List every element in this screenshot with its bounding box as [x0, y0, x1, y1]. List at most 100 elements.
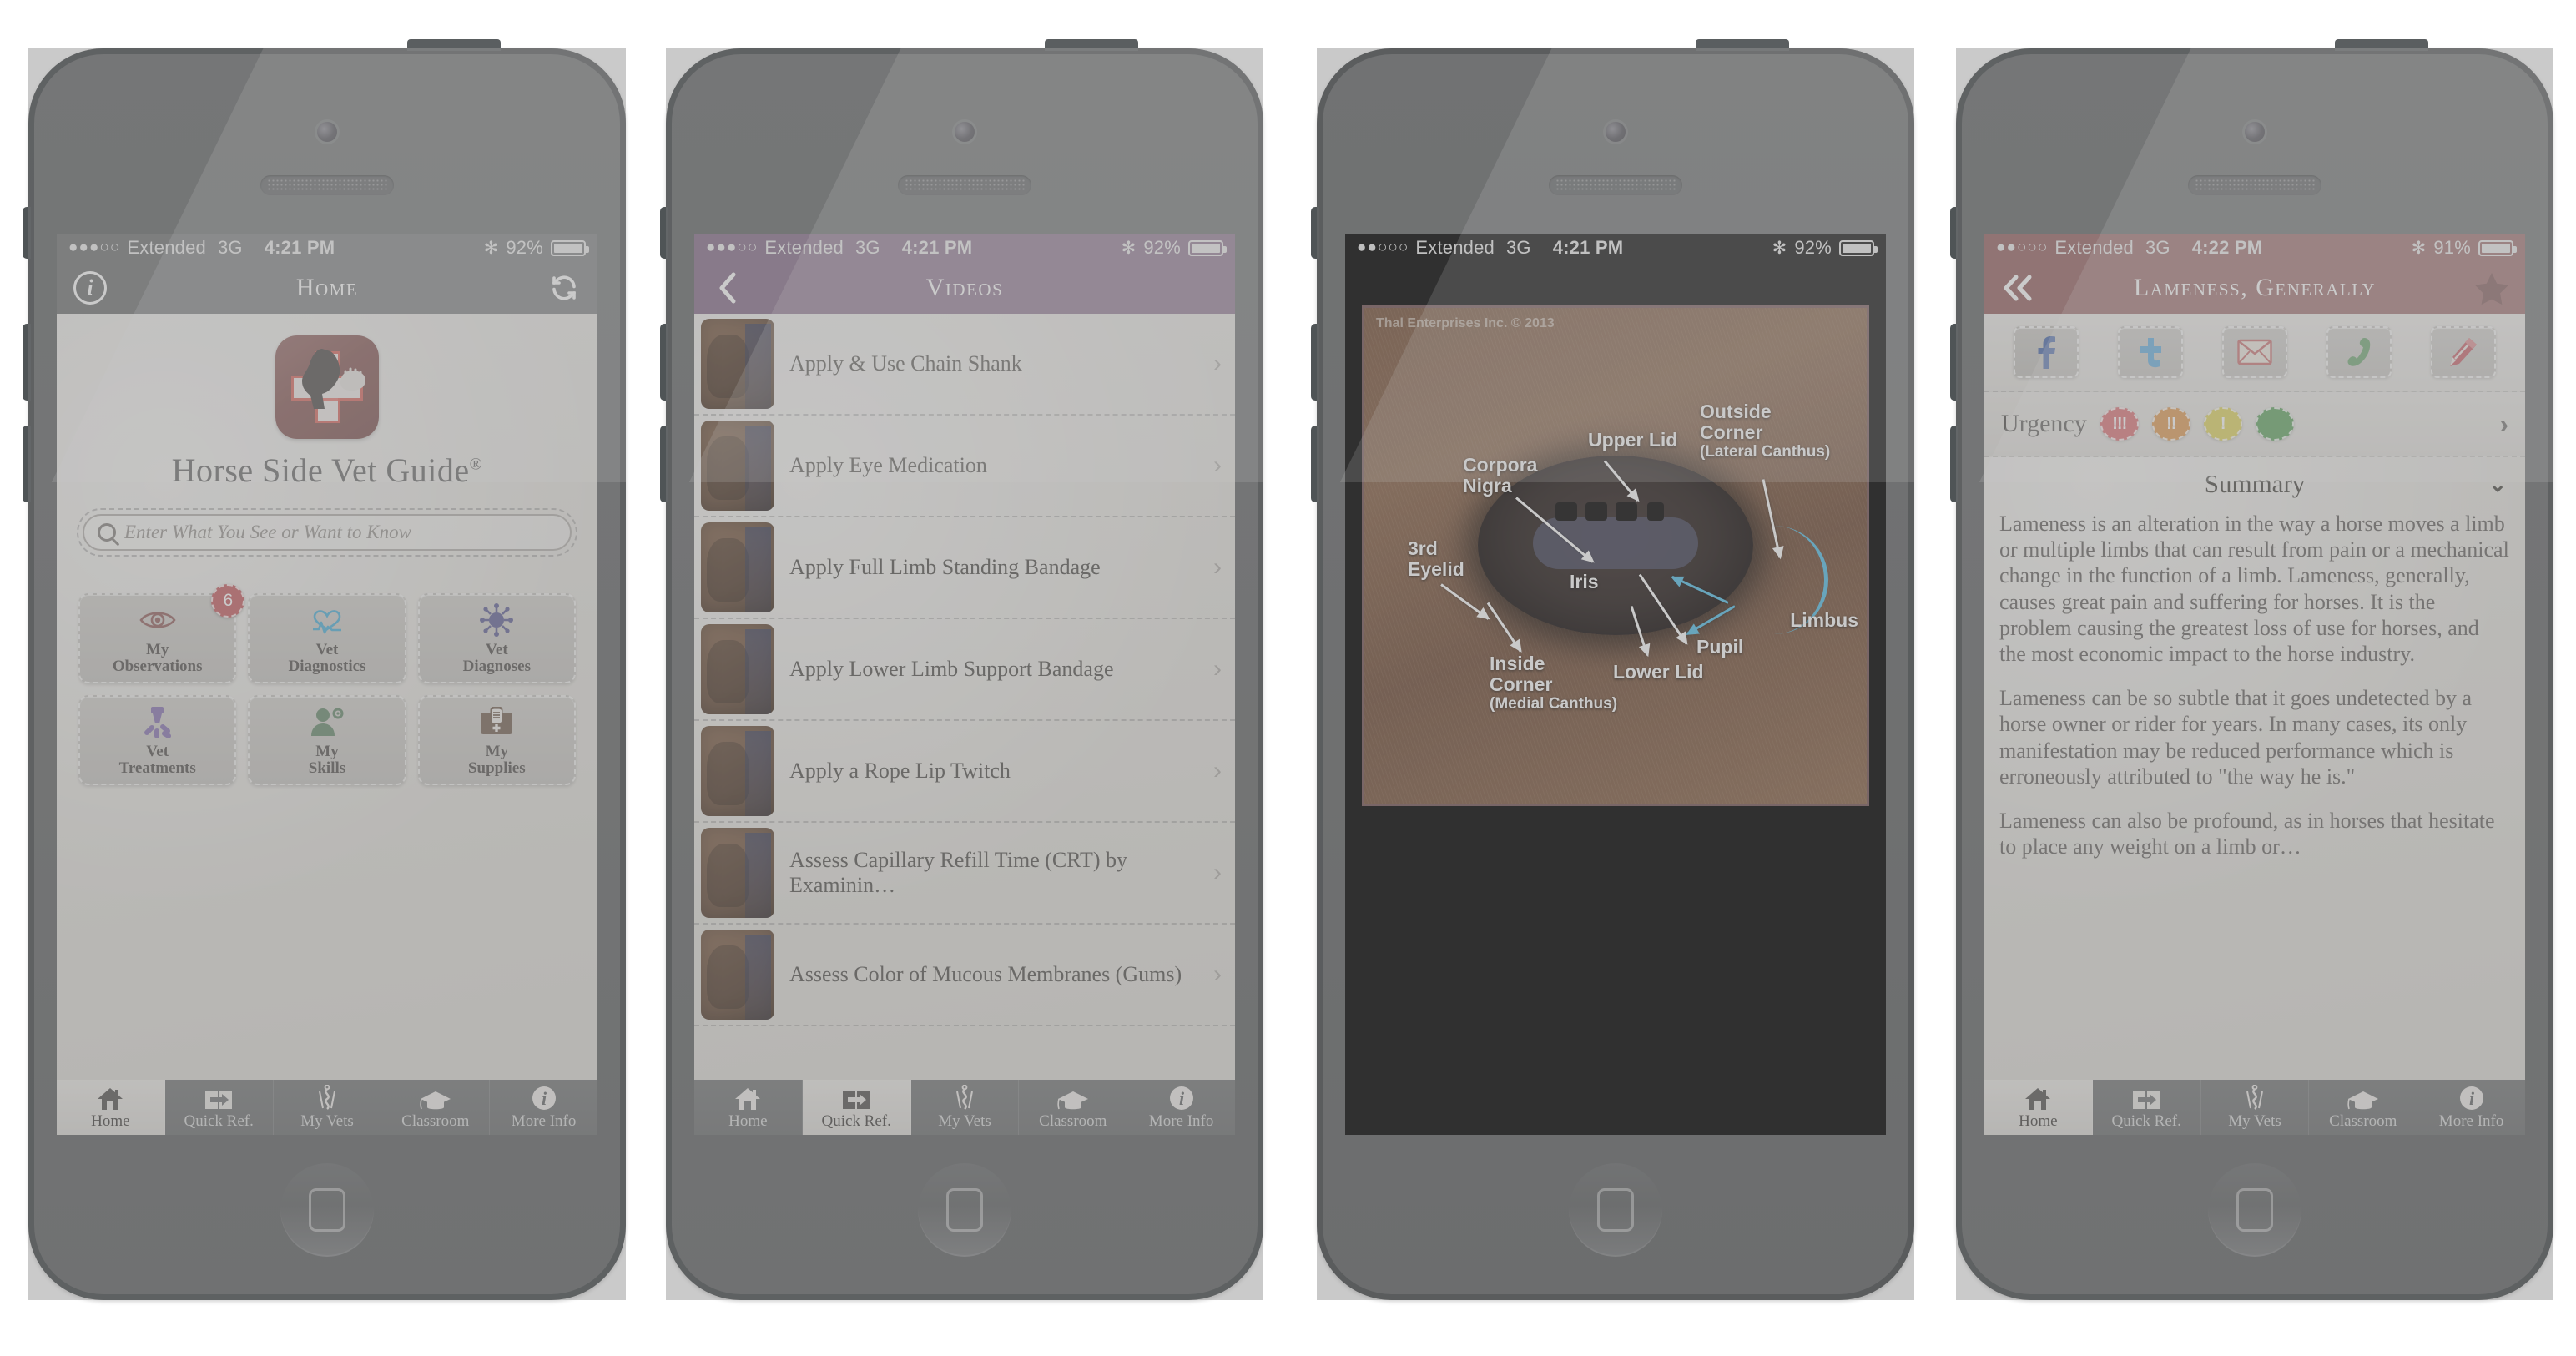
twitter-icon[interactable] — [2118, 326, 2184, 378]
tab-home[interactable]: Home — [1984, 1080, 2093, 1135]
power-button[interactable] — [407, 39, 501, 51]
tab-classroom[interactable]: Classroom — [2309, 1080, 2418, 1135]
tile-my-observations[interactable]: 6 My Observations — [78, 584, 245, 683]
list-item[interactable]: Apply Full Limb Standing Bandage › — [694, 517, 1235, 619]
video-title: Apply & Use Chain Shank — [789, 350, 1022, 376]
home-button[interactable] — [280, 1163, 374, 1257]
tile-my-skills[interactable]: My Skills — [248, 695, 406, 785]
battery-percent: 91% — [2433, 237, 2471, 258]
urgency-level-3[interactable]: ! — [2203, 407, 2242, 441]
heart-pulse-icon — [309, 603, 345, 637]
house-icon — [733, 1085, 762, 1112]
back-chevron-icon[interactable] — [709, 270, 746, 306]
volume-down-button[interactable] — [1311, 426, 1319, 502]
tab-quick-ref[interactable]: Quick Ref. — [2093, 1080, 2201, 1135]
summary-header[interactable]: Summary ⌄ — [1984, 457, 2525, 511]
volume-up-button[interactable] — [23, 324, 31, 401]
phone-icon[interactable] — [2326, 326, 2392, 378]
list-item[interactable]: Apply Lower Limb Support Bandage › — [694, 619, 1235, 721]
tab-classroom[interactable]: Classroom — [1019, 1080, 1128, 1135]
tile-vet-diagnostics[interactable]: Vet Diagnostics — [248, 593, 406, 683]
tab-more-info[interactable]: i More Info — [490, 1080, 597, 1135]
tab-home[interactable]: Home — [694, 1080, 803, 1135]
video-thumbnail — [701, 828, 774, 918]
app-name: Horse Side Vet Guide® — [171, 451, 483, 489]
video-list: Apply & Use Chain Shank › Apply Eye Medi… — [694, 314, 1235, 1135]
status-bar: ●●●○○ Extended 3G 4:21 PM ✻ 92% — [57, 234, 597, 262]
chevron-right-icon: › — [1213, 757, 1222, 784]
volume-button[interactable] — [23, 207, 31, 259]
power-button[interactable] — [1045, 39, 1138, 51]
tab-label: Home — [2019, 1112, 2058, 1130]
double-back-chevron-icon[interactable] — [1999, 270, 2036, 306]
tab-label: Classroom — [401, 1112, 470, 1130]
tab-quick-ref[interactable]: Quick Ref. — [165, 1080, 274, 1135]
list-item[interactable]: Apply a Rope Lip Twitch › — [694, 721, 1235, 823]
facebook-icon[interactable] — [2014, 326, 2079, 378]
svg-text:i: i — [542, 1088, 547, 1109]
volume-down-button[interactable] — [23, 426, 31, 502]
home-button[interactable] — [1569, 1163, 1662, 1257]
network-label: 3G — [854, 237, 880, 258]
book-arrow-icon — [204, 1085, 234, 1112]
network-label: 3G — [1505, 237, 1531, 258]
volume-button[interactable] — [1950, 207, 1958, 259]
urgency-level-1[interactable]: !!! — [2100, 407, 2139, 441]
volume-button[interactable] — [1311, 207, 1319, 259]
tab-my-vets[interactable]: My Vets — [911, 1080, 1020, 1135]
tile-label: My Supplies — [467, 742, 526, 777]
tab-label: Quick Ref. — [2111, 1112, 2181, 1130]
power-button[interactable] — [1696, 39, 1789, 51]
tile-vet-treatments[interactable]: Vet Treatments — [78, 695, 237, 785]
volume-down-button[interactable] — [660, 426, 668, 502]
tile-vet-diagnoses[interactable]: Vet Diagnoses — [417, 593, 576, 683]
label-limbus: Limbus — [1790, 609, 1858, 631]
page-title: Home — [295, 274, 359, 301]
urgency-level-4[interactable] — [2255, 407, 2294, 441]
list-item[interactable]: Assess Color of Mucous Membranes (Gums) … — [694, 925, 1235, 1026]
tab-quick-ref[interactable]: Quick Ref. — [802, 1080, 911, 1135]
urgency-level-2[interactable]: !! — [2151, 407, 2190, 441]
search-input[interactable]: Enter What You See or Want to Know — [83, 514, 572, 551]
bluetooth-icon: ✻ — [2411, 238, 2427, 258]
tab-home[interactable]: Home — [57, 1080, 165, 1135]
volume-up-button[interactable] — [1311, 324, 1319, 401]
volume-up-button[interactable] — [1950, 324, 1958, 401]
home-button[interactable] — [2208, 1163, 2301, 1257]
list-item[interactable]: Assess Capillary Refill Time (CRT) by Ex… — [694, 823, 1235, 925]
tab-classroom[interactable]: Classroom — [381, 1080, 491, 1135]
navigation-bar: Lameness, Generally — [1984, 262, 2525, 314]
tab-more-info[interactable]: i More Info — [1127, 1080, 1235, 1135]
photo-viewer[interactable]: Thal Enterprises Inc. © 2013 Corpora Nigr… — [1345, 262, 1886, 1135]
label-outside-corner: Outside Corner (Lateral Canthus) — [1700, 401, 1831, 461]
power-button[interactable] — [2335, 39, 2428, 51]
edit-pencil-icon[interactable] — [2430, 326, 2496, 378]
refresh-icon[interactable] — [546, 270, 582, 306]
list-item[interactable]: Apply & Use Chain Shank › — [694, 314, 1235, 416]
tile-my-supplies[interactable]: My Supplies — [417, 695, 576, 785]
summary-text: Lameness is an alteration in the way a h… — [1984, 511, 2525, 859]
volume-button[interactable] — [660, 207, 668, 259]
screen-eye-photo: ●●○○○ Extended 3G 4:21 PM ✻ 92% Thal Ent… — [1345, 234, 1886, 1135]
tab-my-vets[interactable]: My Vets — [274, 1080, 382, 1135]
video-title: Apply a Rope Lip Twitch — [789, 758, 1011, 783]
list-item[interactable]: Apply Eye Medication › — [694, 416, 1235, 517]
label-lower-lid: Lower Lid — [1613, 661, 1704, 683]
star-icon[interactable] — [2473, 270, 2510, 306]
earpiece-speaker — [2188, 175, 2321, 195]
info-icon[interactable]: i — [72, 270, 108, 306]
video-thumbnail — [701, 421, 774, 511]
tab-more-info[interactable]: i More Info — [2417, 1080, 2525, 1135]
volume-up-button[interactable] — [660, 324, 668, 401]
urgency-row[interactable]: Urgency !!! !! ! › — [1984, 391, 2525, 457]
home-content: Horse Side Vet Guide® Enter What You See… — [57, 314, 597, 1135]
chevron-down-icon[interactable]: ⌄ — [2488, 471, 2507, 497]
email-icon[interactable] — [2221, 326, 2287, 378]
volume-down-button[interactable] — [1950, 426, 1958, 502]
home-button[interactable] — [918, 1163, 1011, 1257]
tab-label: My Vets — [2228, 1112, 2281, 1130]
horse-eye-photo[interactable]: Thal Enterprises Inc. © 2013 Corpora Nigr… — [1362, 305, 1869, 806]
tab-my-vets[interactable]: My Vets — [2201, 1080, 2310, 1135]
eye-icon — [139, 603, 176, 637]
navigation-bar: Videos — [694, 262, 1235, 314]
